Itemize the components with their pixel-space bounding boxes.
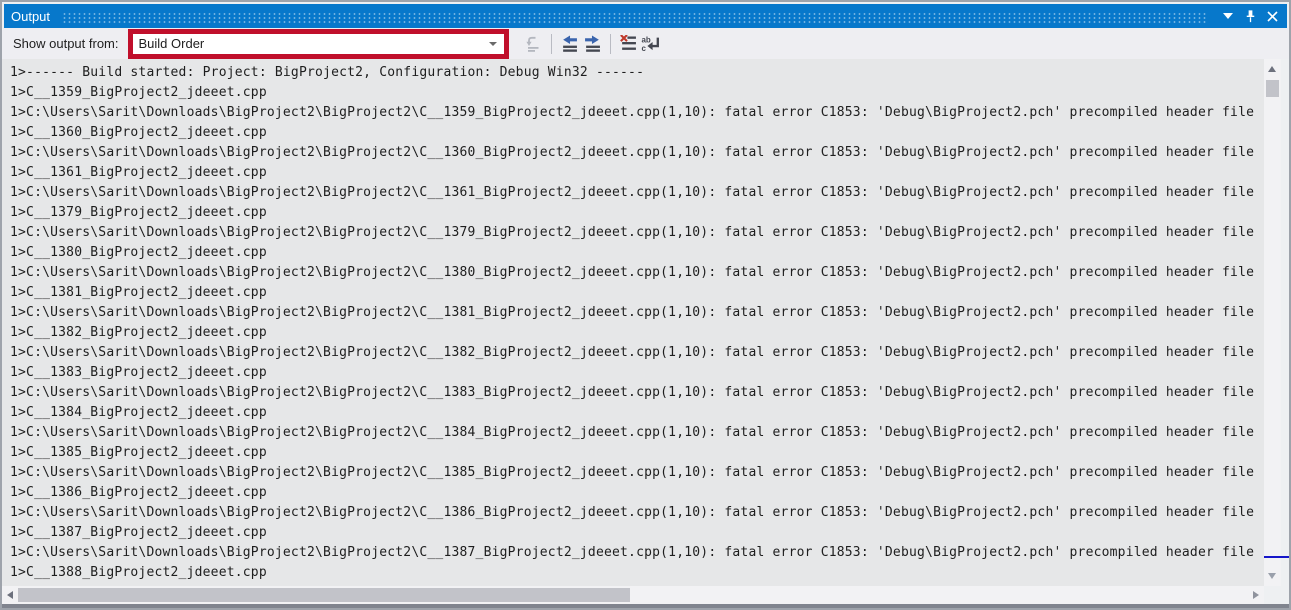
vertical-scrollbar-thumb[interactable] [1266, 80, 1279, 97]
output-line[interactable]: 1>C__1380_BigProject2_jdeeet.cpp [10, 243, 1264, 263]
scroll-right-arrow-icon[interactable] [1253, 591, 1259, 599]
output-line[interactable]: 1>C:\Users\Sarit\Downloads\BigProject2\B… [10, 263, 1264, 283]
output-line[interactable]: 1>C__1383_BigProject2_jdeeet.cpp [10, 363, 1264, 383]
scroll-left-arrow-icon[interactable] [7, 591, 13, 599]
output-line[interactable]: 1>C:\Users\Sarit\Downloads\BigProject2\B… [10, 463, 1264, 483]
show-output-from-label: Show output from: [13, 36, 119, 51]
output-line[interactable]: 1>C:\Users\Sarit\Downloads\BigProject2\B… [10, 103, 1264, 123]
output-toolbar: Show output from: Build Order [2, 28, 1289, 59]
window-bottom-edge [2, 604, 1289, 608]
output-line[interactable]: 1>C:\Users\Sarit\Downloads\BigProject2\B… [10, 423, 1264, 443]
clear-all-icon [620, 35, 637, 52]
horizontal-scrollbar-thumb[interactable] [18, 588, 630, 602]
output-line[interactable]: 1>C__1384_BigProject2_jdeeet.cpp [10, 403, 1264, 423]
output-line[interactable]: 1>C:\Users\Sarit\Downloads\BigProject2\B… [10, 303, 1264, 323]
chevron-down-icon [489, 42, 497, 46]
output-line[interactable]: 1>C:\Users\Sarit\Downloads\BigProject2\B… [10, 503, 1264, 523]
horizontal-scrollbar[interactable] [2, 586, 1264, 604]
output-log[interactable]: 1>------ Build started: Project: BigProj… [2, 59, 1264, 586]
output-line[interactable]: 1>C__1385_BigProject2_jdeeet.cpp [10, 443, 1264, 463]
output-line[interactable]: 1>C:\Users\Sarit\Downloads\BigProject2\B… [10, 183, 1264, 203]
next-message-button[interactable] [581, 32, 604, 55]
window-title: Output [4, 9, 50, 24]
output-line[interactable]: 1>C__1382_BigProject2_jdeeet.cpp [10, 323, 1264, 343]
find-message-in-code-button[interactable] [522, 32, 545, 55]
output-line[interactable]: 1>C__1359_BigProject2_jdeeet.cpp [10, 83, 1264, 103]
output-line[interactable]: 1>C__1360_BigProject2_jdeeet.cpp [10, 123, 1264, 143]
output-tool-window: Output Show output from: Build Order [0, 0, 1291, 610]
toolbar-separator [610, 34, 611, 54]
output-line[interactable]: 1>C__1381_BigProject2_jdeeet.cpp [10, 283, 1264, 303]
toolbar-separator [551, 34, 552, 54]
titlebar-buttons [1220, 8, 1287, 25]
titlebar[interactable]: Output [4, 4, 1287, 28]
output-line[interactable]: 1>C:\Users\Sarit\Downloads\BigProject2\B… [10, 223, 1264, 243]
output-line[interactable]: 1>C__1379_BigProject2_jdeeet.cpp [10, 203, 1264, 223]
arrow-left-lines-icon [561, 35, 578, 52]
toggle-word-wrap-button[interactable]: ab c [640, 32, 663, 55]
output-line[interactable]: 1>------ Build started: Project: BigProj… [10, 63, 1264, 83]
auto-hide-pin-icon[interactable] [1242, 8, 1258, 25]
previous-message-button[interactable] [558, 32, 581, 55]
vertical-scrollbar[interactable] [1264, 59, 1281, 586]
output-line[interactable]: 1>C:\Users\Sarit\Downloads\BigProject2\B… [10, 383, 1264, 403]
word-wrap-icon: ab c [641, 35, 661, 52]
drag-grip-texture[interactable] [62, 11, 1206, 23]
output-line[interactable]: 1>C__1386_BigProject2_jdeeet.cpp [10, 483, 1264, 503]
annotation-highlight-box: Build Order [128, 29, 509, 59]
output-line[interactable]: 1>C:\Users\Sarit\Downloads\BigProject2\B… [10, 343, 1264, 363]
show-output-from-dropdown[interactable]: Build Order [133, 34, 504, 54]
output-line[interactable]: 1>C:\Users\Sarit\Downloads\BigProject2\B… [10, 143, 1264, 163]
output-line[interactable]: 1>C__1387_BigProject2_jdeeet.cpp [10, 523, 1264, 543]
dropdown-selected-value: Build Order [139, 36, 205, 51]
scroll-up-arrow-icon[interactable] [1268, 66, 1276, 72]
scroll-down-arrow-icon[interactable] [1268, 573, 1276, 579]
output-line[interactable]: 1>C:\Users\Sarit\Downloads\BigProject2\B… [10, 543, 1264, 563]
scrollbar-caret-marker [1264, 556, 1291, 558]
close-icon[interactable] [1264, 8, 1280, 25]
find-message-icon [525, 36, 541, 52]
svg-text:c: c [641, 44, 646, 52]
window-position-chevron-icon[interactable] [1220, 8, 1236, 25]
arrow-right-lines-icon [584, 35, 601, 52]
clear-all-button[interactable] [617, 32, 640, 55]
output-line[interactable]: 1>C__1388_BigProject2_jdeeet.cpp [10, 563, 1264, 583]
output-line[interactable]: 1>C__1361_BigProject2_jdeeet.cpp [10, 163, 1264, 183]
